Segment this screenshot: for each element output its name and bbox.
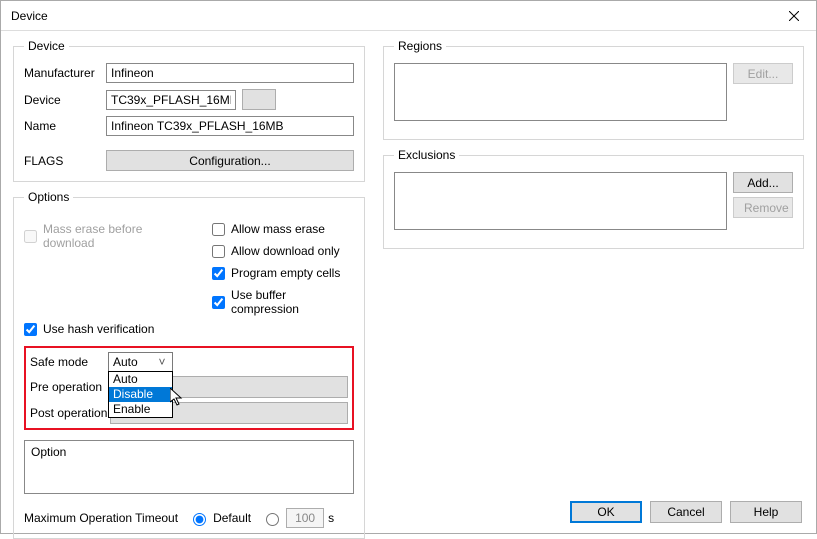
- regions-group: Regions Edit...: [383, 39, 804, 140]
- manufacturer-label: Manufacturer: [24, 66, 100, 80]
- allow-download-only-label: Allow download only: [231, 244, 340, 258]
- ok-button[interactable]: OK: [570, 501, 642, 523]
- use-buffer-label: Use buffer compression: [231, 288, 354, 316]
- window-title: Device: [11, 9, 48, 23]
- use-hash-label: Use hash verification: [43, 322, 154, 336]
- timeout-custom-radio[interactable]: s: [261, 508, 334, 528]
- allow-download-only-checkbox[interactable]: Allow download only: [212, 244, 354, 258]
- post-operation-label: Post operation: [30, 406, 108, 420]
- regions-list[interactable]: [394, 63, 727, 121]
- flags-label: FLAGS: [24, 154, 100, 168]
- timeout-unit: s: [328, 511, 334, 525]
- regions-legend: Regions: [394, 39, 446, 53]
- safe-mode-combo[interactable]: Auto ˅: [108, 352, 173, 372]
- timeout-default-radio[interactable]: Default: [188, 510, 251, 526]
- option-textarea-label: Option: [31, 445, 66, 459]
- safe-mode-dropdown[interactable]: Auto Disable Enable: [108, 371, 173, 418]
- timeout-default-label: Default: [213, 511, 251, 525]
- program-empty-label: Program empty cells: [231, 266, 340, 280]
- safe-mode-label: Safe mode: [30, 355, 108, 369]
- safe-mode-option-auto[interactable]: Auto: [109, 372, 172, 387]
- exclusions-legend: Exclusions: [394, 148, 459, 162]
- device-group: Device Manufacturer Device Name FLAGS Co…: [13, 39, 365, 182]
- manufacturer-field[interactable]: [106, 63, 354, 83]
- device-browse-button[interactable]: [242, 89, 276, 110]
- mass-erase-before-checkbox: Mass erase before download: [24, 222, 190, 250]
- exclusions-remove-button: Remove: [733, 197, 793, 218]
- configuration-button[interactable]: Configuration...: [106, 150, 354, 171]
- use-buffer-checkbox[interactable]: Use buffer compression: [212, 288, 354, 316]
- cancel-button[interactable]: Cancel: [650, 501, 722, 523]
- mass-erase-before-label: Mass erase before download: [43, 222, 190, 250]
- timeout-value-spin: [286, 508, 324, 528]
- highlighted-modes-area: Safe mode Auto ˅ Auto Disable Enable: [24, 346, 354, 430]
- regions-edit-button: Edit...: [733, 63, 793, 84]
- safe-mode-option-disable[interactable]: Disable: [109, 387, 172, 402]
- allow-mass-erase-label: Allow mass erase: [231, 222, 325, 236]
- exclusions-list[interactable]: [394, 172, 727, 230]
- name-field[interactable]: [106, 116, 354, 136]
- safe-mode-value: Auto: [113, 355, 138, 369]
- exclusions-group: Exclusions Add... Remove: [383, 148, 804, 249]
- device-legend: Device: [24, 39, 69, 53]
- options-legend: Options: [24, 190, 73, 204]
- exclusions-add-button[interactable]: Add...: [733, 172, 793, 193]
- pre-operation-label: Pre operation: [30, 380, 108, 394]
- close-button[interactable]: [771, 1, 816, 30]
- option-textarea[interactable]: Option: [24, 440, 354, 494]
- program-empty-checkbox[interactable]: Program empty cells: [212, 266, 354, 280]
- close-icon: [789, 11, 799, 21]
- safe-mode-option-enable[interactable]: Enable: [109, 402, 172, 417]
- help-button[interactable]: Help: [730, 501, 802, 523]
- device-field[interactable]: [106, 90, 236, 110]
- allow-mass-erase-checkbox[interactable]: Allow mass erase: [212, 222, 354, 236]
- options-group: Options Mass erase before download Use h…: [13, 190, 365, 539]
- device-label: Device: [24, 93, 100, 107]
- name-label: Name: [24, 119, 100, 133]
- chevron-down-icon: ˅: [154, 355, 170, 369]
- timeout-label: Maximum Operation Timeout: [24, 511, 178, 525]
- use-hash-checkbox[interactable]: Use hash verification: [24, 322, 190, 336]
